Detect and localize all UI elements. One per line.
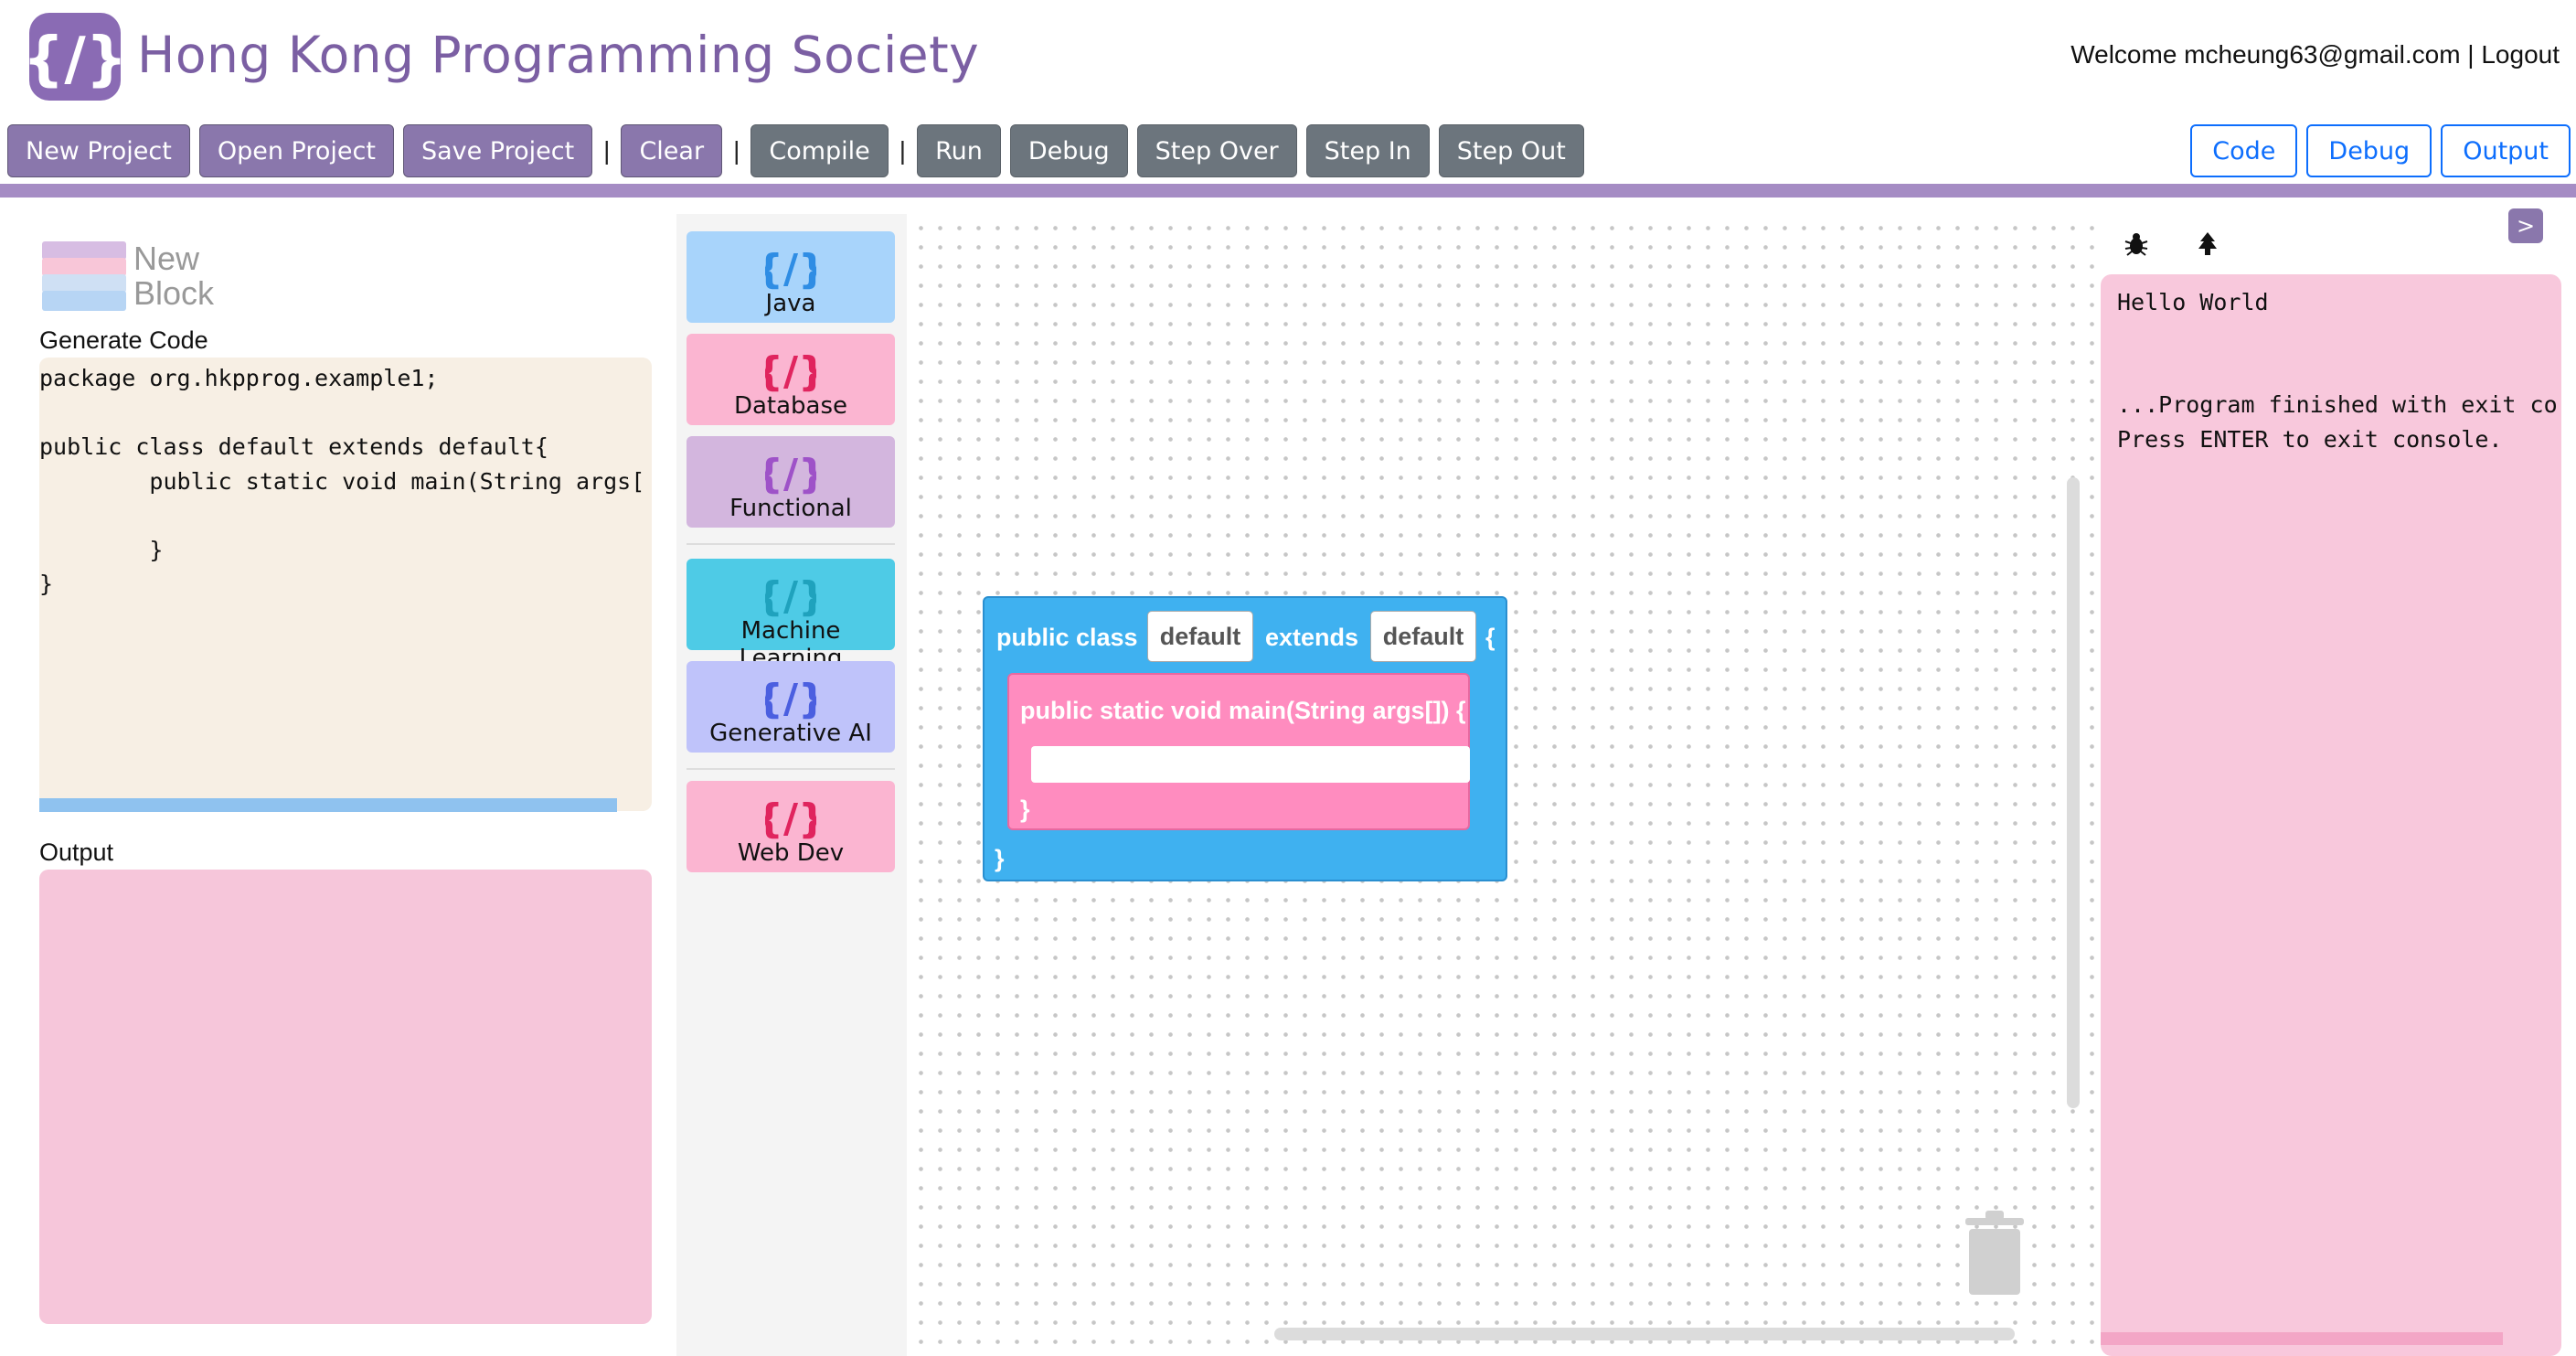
console-line: Hello World <box>2117 289 2269 315</box>
code-view-button[interactable]: Code <box>2190 124 2298 177</box>
trash-icon[interactable] <box>1962 1209 2028 1297</box>
extends-keyword: extends <box>1265 624 1359 651</box>
welcome-separator: | <box>2467 40 2475 69</box>
svg-text:{/}: {/} <box>24 26 126 93</box>
collapse-panel-button[interactable]: > <box>2508 208 2543 243</box>
run-button[interactable]: Run <box>917 124 1001 177</box>
block-palette: {/} Java {/} Database {/} Functional {/}… <box>676 214 907 1356</box>
compile-button[interactable]: Compile <box>750 124 889 177</box>
workspace-horizontal-scrollbar[interactable] <box>1274 1328 2015 1340</box>
clear-button[interactable]: Clear <box>621 124 723 177</box>
step-in-button[interactable]: Step In <box>1305 124 1430 177</box>
class-name-field[interactable]: default <box>1147 611 1253 662</box>
category-functional[interactable]: {/} Functional <box>687 436 895 528</box>
public-class-keyword: public class <box>996 624 1138 651</box>
open-project-button[interactable]: Open Project <box>198 124 394 177</box>
toolbar: New Project Open Project Save Project | … <box>7 124 1593 177</box>
palette-separator <box>687 768 895 770</box>
bug-icon[interactable] <box>2123 230 2150 258</box>
brand-title: Hong Kong Programming Society <box>137 26 980 84</box>
header-divider <box>0 184 2576 198</box>
workspace-vertical-scrollbar[interactable] <box>2067 477 2080 1108</box>
main-method-close-brace: } <box>1020 795 1030 823</box>
toolbar-separator: | <box>899 136 907 165</box>
new-block-button[interactable]: New Block <box>40 240 214 313</box>
svg-text:{/}: {/} <box>765 573 816 617</box>
tree-icon[interactable] <box>2194 230 2221 258</box>
output-label: Output <box>39 838 114 866</box>
category-machine-learning[interactable]: {/} Machine Learning <box>687 559 895 672</box>
svg-text:{/}: {/} <box>765 795 816 839</box>
category-label: Functional <box>729 495 852 522</box>
view-tabs: Code Debug Output <box>2181 124 2571 177</box>
logo-icon: {/} <box>24 13 126 101</box>
category-label: Database <box>733 392 848 420</box>
new-block-icon <box>42 241 126 311</box>
debug-view-button[interactable]: Debug <box>2306 124 2432 177</box>
code-braces-icon: {/} <box>765 795 816 839</box>
category-label: Generative AI <box>709 720 872 747</box>
generate-code-label: Generate Code <box>39 326 208 354</box>
svg-text:{/}: {/} <box>765 348 816 392</box>
new-project-button[interactable]: New Project <box>7 124 190 177</box>
console-line: ...Program finished with exit co <box>2117 391 2558 418</box>
welcome-bar: Welcome mcheung63@gmail.com | Logout <box>2070 40 2560 69</box>
parent-class-field[interactable]: default <box>1370 611 1476 662</box>
debug-button[interactable]: Debug <box>1009 124 1128 177</box>
step-out-button[interactable]: Step Out <box>1438 124 1584 177</box>
palette-separator <box>687 543 895 545</box>
category-label: Web Dev <box>737 839 845 867</box>
code-braces-icon: {/} <box>765 676 816 720</box>
main-method-statement-slot[interactable] <box>1031 746 1470 783</box>
category-web-dev[interactable]: {/} Web Dev <box>687 781 895 872</box>
svg-text:{/}: {/} <box>765 246 816 290</box>
output-panel <box>39 870 652 1324</box>
output-view-button[interactable]: Output <box>2441 124 2571 177</box>
user-email: mcheung63@gmail.com <box>2184 40 2461 69</box>
svg-text:{/}: {/} <box>765 676 816 720</box>
code-braces-icon: {/} <box>765 451 816 495</box>
code-braces-icon: {/} <box>765 246 816 290</box>
svg-text:{/}: {/} <box>765 451 816 495</box>
toolbar-separator: | <box>603 136 611 165</box>
category-java[interactable]: {/} Java <box>687 231 895 323</box>
code-braces-icon: {/} <box>765 348 816 392</box>
code-horizontal-scrollbar[interactable] <box>39 798 617 812</box>
new-block-label-line2: Block <box>133 274 215 312</box>
console-line: Press ENTER to exit console. <box>2117 426 2503 453</box>
category-label: Java <box>765 290 816 317</box>
code-braces-icon: {/} <box>765 573 816 617</box>
class-close-brace: } <box>995 845 1005 872</box>
console-output[interactable]: Hello World ...Program finished with exi… <box>2101 274 2561 1356</box>
generated-code: package org.hkpprog.example1; public cla… <box>39 365 645 597</box>
category-database[interactable]: {/} Database <box>687 334 895 425</box>
main-method-signature: public static void main(String args[]) { <box>1020 697 1466 724</box>
class-open-brace: { <box>1485 624 1496 651</box>
new-block-label-line1: New <box>133 240 200 277</box>
toolbar-separator: | <box>733 136 740 165</box>
welcome-prefix: Welcome <box>2070 40 2177 69</box>
step-over-button[interactable]: Step Over <box>1136 124 1297 177</box>
logout-link[interactable]: Logout <box>2481 40 2560 69</box>
save-project-button[interactable]: Save Project <box>402 124 593 177</box>
category-generative-ai[interactable]: {/} Generative AI <box>687 661 895 753</box>
new-block-label: New Block <box>133 241 214 311</box>
console-horizontal-scrollbar[interactable] <box>2101 1332 2503 1345</box>
generated-code-panel[interactable]: package org.hkpprog.example1; public cla… <box>39 358 652 811</box>
